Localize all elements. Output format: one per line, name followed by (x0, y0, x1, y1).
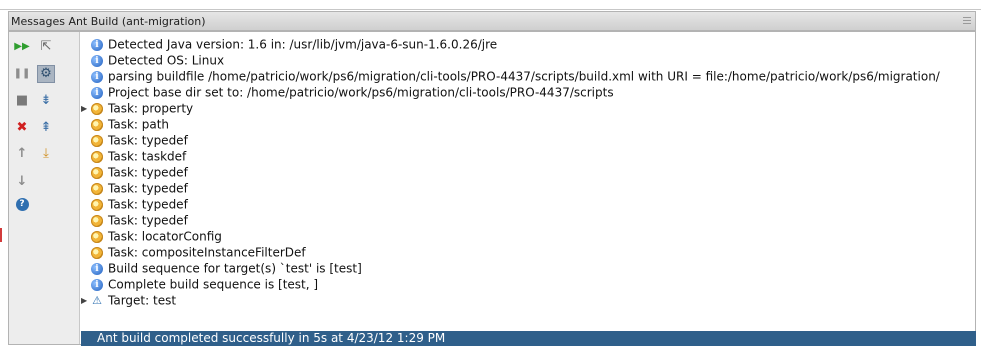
task-icon (91, 246, 103, 259)
collapse-icon: ⇱ (40, 39, 52, 54)
help-icon: ? (15, 197, 29, 211)
task-icon (91, 182, 103, 195)
pause-icon: ❚❚ (13, 68, 31, 79)
rerun-icon: ▶▶ (14, 41, 30, 52)
filter-icon: ⚙ (40, 66, 52, 81)
task-row[interactable]: Task: compositeInstanceFilterDef (81, 244, 306, 260)
panel-title: Messages Ant Build (ant-migration) (11, 15, 206, 28)
task-row[interactable]: Task: typedef (81, 164, 188, 180)
messages-panel: ▶▶ ⇱ ❚❚ ⚙ ■ ⇟ ✖ ⇞ ↑ ⤓ ↓ ? i Detected Java… (8, 31, 976, 346)
filter-button[interactable]: ⚙ (37, 65, 55, 83)
info-icon: i (91, 38, 103, 51)
export-button[interactable]: ⤓ (37, 145, 55, 163)
pause-button[interactable]: ❚❚ (13, 65, 31, 83)
task-row[interactable]: Task: locatorConfig (81, 228, 222, 244)
grip-icon[interactable] (963, 17, 971, 26)
message-tree: i Detected Java version: 1.6 in: /usr/lib… (81, 36, 973, 326)
rerun-button[interactable]: ▶▶ (13, 38, 31, 56)
task-icon (91, 150, 103, 163)
info-icon: i (91, 54, 103, 67)
message-row[interactable]: i Detected OS: Linux (81, 52, 224, 68)
task-icon (91, 118, 103, 131)
task-row[interactable]: Task: typedef (81, 132, 188, 148)
stop-icon: ■ (15, 93, 29, 108)
panel-title-bar: Messages Ant Build (ant-migration) (8, 11, 976, 31)
task-icon (91, 198, 103, 211)
task-icon (91, 102, 103, 115)
build-status-bar[interactable]: Ant build completed successfully in 5s a… (81, 331, 976, 346)
info-icon: i (91, 278, 103, 291)
export-icon: ⤓ (43, 146, 49, 161)
expand-all-icon: ⇟ (40, 93, 52, 108)
collapse-all-button[interactable]: ⇞ (37, 119, 55, 137)
top-strip (0, 0, 981, 10)
red-marker (0, 228, 2, 242)
target-row[interactable]: ▶ ⚠ Target: test (81, 292, 176, 308)
collapse-all-icon: ⇞ (40, 120, 52, 135)
message-row[interactable]: i Build sequence for target(s) `test' is … (81, 260, 362, 276)
down-arrow-icon: ↓ (16, 174, 28, 189)
up-arrow-icon: ↑ (16, 146, 28, 161)
message-row[interactable]: i Detected Java version: 1.6 in: /usr/lib… (81, 36, 497, 52)
side-toolbar: ▶▶ ⇱ ❚❚ ⚙ ■ ⇟ ✖ ⇞ ↑ ⤓ ↓ ? (9, 32, 80, 344)
task-row[interactable]: Task: typedef (81, 212, 188, 228)
task-row[interactable]: Task: typedef (81, 196, 188, 212)
expand-arrow-icon[interactable]: ▶ (81, 101, 91, 117)
help-button[interactable]: ? (13, 195, 31, 213)
message-row[interactable]: i Complete build sequence is [test, ] (81, 276, 318, 292)
task-row[interactable]: Task: taskdef (81, 148, 186, 164)
toggle-view-button[interactable]: ⇱ (37, 38, 55, 56)
close-icon: ✖ (16, 120, 28, 135)
close-button[interactable]: ✖ (13, 119, 31, 137)
expand-arrow-icon[interactable]: ▶ (81, 293, 91, 309)
info-icon: i (91, 86, 103, 99)
task-row[interactable]: Task: path (81, 116, 169, 132)
expand-all-button[interactable]: ⇟ (37, 92, 55, 110)
task-icon (91, 214, 103, 227)
previous-message-button[interactable]: ↑ (13, 145, 31, 163)
task-row[interactable]: Task: typedef (81, 180, 188, 196)
message-row[interactable]: i Project base dir set to: /home/patricio… (81, 84, 614, 100)
build-status-text: Ant build completed successfully in 5s a… (97, 331, 446, 345)
info-icon: i (91, 262, 103, 275)
task-row[interactable]: ▶ Task: property (81, 100, 193, 116)
stop-button[interactable]: ■ (13, 92, 31, 110)
task-icon (91, 230, 103, 243)
next-message-button[interactable]: ↓ (13, 173, 31, 191)
message-row[interactable]: i parsing buildfile /home/patricio/work/p… (81, 68, 940, 84)
task-icon (91, 134, 103, 147)
task-icon (91, 166, 103, 179)
info-icon: i (91, 70, 103, 83)
target-icon: ⚠ (92, 293, 102, 307)
